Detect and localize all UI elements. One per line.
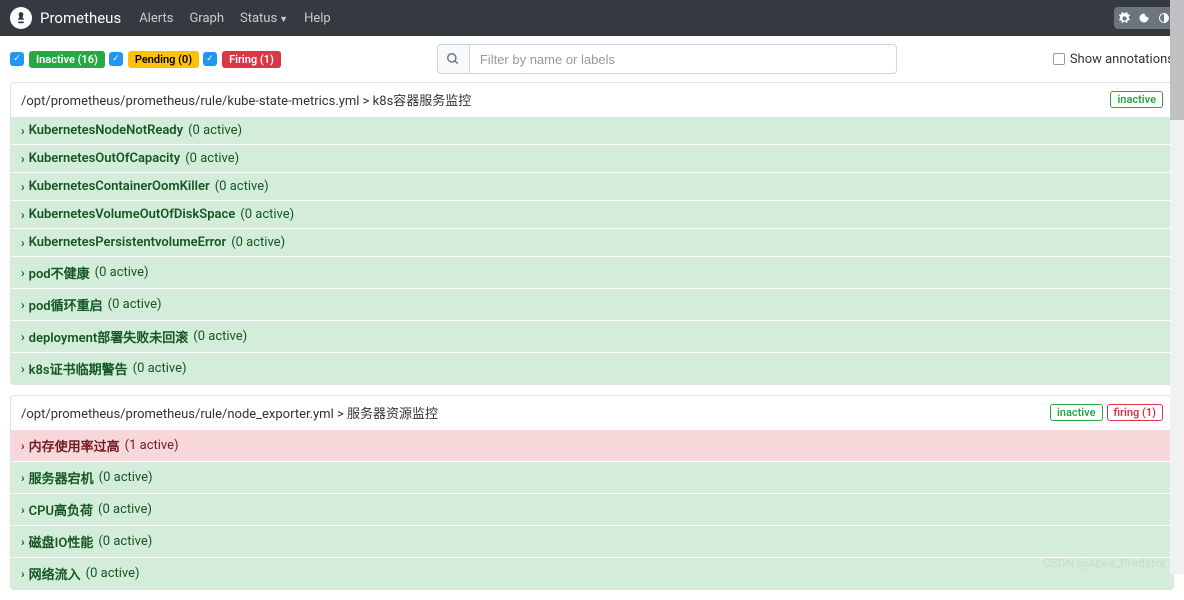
chevron-right-icon: › [21, 152, 25, 166]
navbar: Prometheus Alerts Graph Status▼ Help [0, 0, 1184, 36]
chevron-right-icon: › [21, 180, 25, 194]
alert-row[interactable]: › k8s证书临期警告 (0 active) [11, 352, 1173, 384]
nav-graph[interactable]: Graph [189, 11, 224, 26]
rule-header[interactable]: /opt/prometheus/prometheus/rule/node_exp… [11, 396, 1173, 429]
content: /opt/prometheus/prometheus/rule/kube-sta… [0, 82, 1184, 590]
rule-path: /opt/prometheus/prometheus/rule/node_exp… [21, 403, 438, 422]
chevron-right-icon: › [21, 471, 25, 485]
alert-count: (0 active) [215, 179, 269, 194]
alert-name: KubernetesPersistentvolumeError [29, 235, 227, 250]
alert-count: (0 active) [231, 235, 285, 250]
rule-badges: inactive [1110, 91, 1163, 108]
chevron-right-icon: › [21, 298, 25, 312]
brand[interactable]: Prometheus [10, 7, 121, 29]
alert-name: 服务器宕机 [29, 468, 94, 487]
nav-alerts[interactable]: Alerts [139, 11, 173, 26]
chevron-right-icon: › [21, 330, 25, 344]
chevron-right-icon: › [21, 535, 25, 549]
annotations-label: Show annotations [1070, 52, 1174, 67]
settings-icon[interactable] [1114, 7, 1134, 29]
search-wrap [437, 44, 897, 74]
chevron-down-icon: ▼ [279, 15, 288, 25]
alert-row[interactable]: › deployment部署失败未回滚 (0 active) [11, 320, 1173, 352]
alert-row[interactable]: › KubernetesNodeNotReady (0 active) [11, 116, 1173, 144]
status-badge: inactive [1110, 91, 1163, 108]
alert-row[interactable]: › KubernetesVolumeOutOfDiskSpace (0 active… [11, 200, 1173, 228]
alert-name: KubernetesVolumeOutOfDiskSpace [29, 207, 236, 222]
chevron-right-icon: › [21, 266, 25, 280]
pill-inactive[interactable]: Inactive (16) [29, 51, 105, 68]
checkbox-pending[interactable]: ✓ [109, 52, 123, 66]
alert-count: (0 active) [240, 207, 294, 222]
scrollbar-thumb[interactable] [1170, 0, 1184, 120]
alert-count: (0 active) [108, 297, 162, 312]
rule-header[interactable]: /opt/prometheus/prometheus/rule/kube-sta… [11, 83, 1173, 116]
nav-help[interactable]: Help [304, 11, 331, 26]
alert-row[interactable]: › 磁盘IO性能 (0 active) [11, 525, 1173, 557]
chevron-right-icon: › [21, 362, 25, 376]
alert-count: (1 active) [125, 438, 179, 453]
status-badge: inactive [1050, 404, 1103, 421]
rule-group: /opt/prometheus/prometheus/rule/node_exp… [10, 395, 1174, 590]
chevron-right-icon: › [21, 439, 25, 453]
checkbox-inactive[interactable]: ✓ [10, 52, 24, 66]
alert-name: KubernetesContainerOomKiller [29, 179, 210, 194]
alert-name: CPU高负荷 [29, 500, 93, 519]
moon-icon[interactable] [1134, 7, 1154, 29]
brand-text: Prometheus [40, 9, 121, 27]
navbar-right [1114, 7, 1174, 29]
search-icon[interactable] [437, 44, 469, 74]
alert-count: (0 active) [193, 329, 247, 344]
checkbox-firing[interactable]: ✓ [203, 52, 217, 66]
alert-count: (0 active) [188, 123, 242, 138]
alert-count: (0 active) [185, 151, 239, 166]
pill-pending[interactable]: Pending (0) [128, 51, 199, 68]
alert-name: KubernetesNodeNotReady [29, 123, 183, 138]
chevron-right-icon: › [21, 124, 25, 138]
alert-count: (0 active) [98, 534, 152, 549]
rule-path: /opt/prometheus/prometheus/rule/kube-sta… [21, 90, 471, 109]
alert-name: 磁盘IO性能 [29, 532, 94, 551]
search-input[interactable] [469, 44, 897, 74]
filter-pills: ✓ Inactive (16) ✓ Pending (0) ✓ Firing (… [10, 51, 281, 68]
chevron-right-icon: › [21, 208, 25, 222]
alert-name: deployment部署失败未回滚 [29, 327, 189, 346]
chevron-right-icon: › [21, 503, 25, 517]
prometheus-logo-icon [10, 7, 32, 29]
status-badge: firing (1) [1107, 404, 1164, 421]
alert-row[interactable]: › KubernetesPersistentvolumeError (0 activ… [11, 228, 1173, 256]
alert-name: KubernetesOutOfCapacity [29, 151, 181, 166]
checkbox-icon [1053, 53, 1065, 65]
alert-count: (0 active) [95, 265, 149, 280]
alert-row[interactable]: › 内存使用率过高 (1 active) [11, 429, 1173, 461]
pill-firing[interactable]: Firing (1) [222, 51, 281, 68]
alert-row[interactable]: › KubernetesContainerOomKiller (0 active) [11, 172, 1173, 200]
scrollbar[interactable] [1170, 0, 1184, 574]
alert-row[interactable]: › KubernetesOutOfCapacity (0 active) [11, 144, 1173, 172]
chevron-right-icon: › [21, 236, 25, 250]
alert-count: (0 active) [133, 361, 187, 376]
alert-name: k8s证书临期警告 [29, 359, 128, 378]
alert-row[interactable]: › pod不健康 (0 active) [11, 256, 1173, 288]
alert-count: (0 active) [99, 470, 153, 485]
alert-name: pod循环重启 [29, 295, 103, 314]
rule-group: /opt/prometheus/prometheus/rule/kube-sta… [10, 82, 1174, 385]
nav-status[interactable]: Status▼ [240, 11, 288, 26]
nav-links: Alerts Graph Status▼ Help [139, 11, 331, 26]
alert-row[interactable]: ›网络流入(0 active) [11, 557, 1173, 589]
show-annotations-toggle[interactable]: Show annotations [1053, 52, 1174, 67]
alert-row[interactable]: › 服务器宕机 (0 active) [11, 461, 1173, 493]
toolbar: ✓ Inactive (16) ✓ Pending (0) ✓ Firing (… [0, 36, 1184, 82]
alert-name: 内存使用率过高 [29, 436, 120, 455]
alert-row[interactable]: › pod循环重启 (0 active) [11, 288, 1173, 320]
alert-name: pod不健康 [29, 263, 90, 282]
rule-badges: inactivefiring (1) [1050, 404, 1163, 421]
alert-row[interactable]: › CPU高负荷 (0 active) [11, 493, 1173, 525]
alert-count: (0 active) [98, 502, 152, 517]
